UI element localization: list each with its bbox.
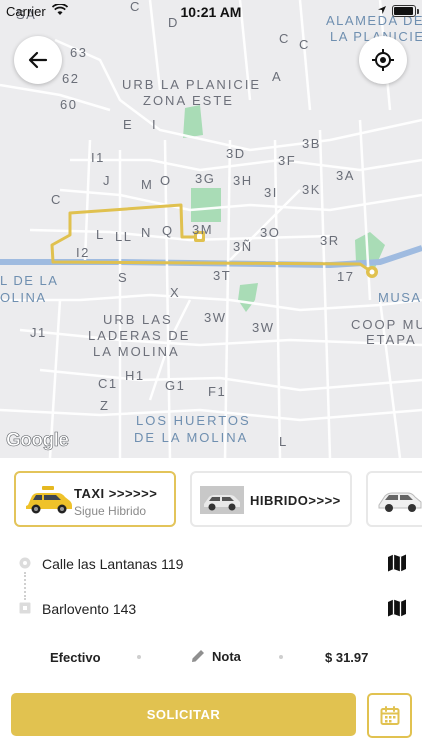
map-label: 3I	[264, 185, 278, 200]
map-label-area: URB LA PLANICIE	[122, 77, 262, 92]
map-label: S	[118, 270, 129, 285]
back-button[interactable]	[14, 36, 62, 84]
vehicle-options: TAXI >>>>>> Sigue Hibrido HIBRIDO>>>>	[0, 470, 422, 530]
map-label: 3B	[302, 136, 321, 151]
crosshair-icon	[372, 49, 394, 71]
map-label: 3A	[336, 168, 355, 183]
map-label: I1	[91, 150, 105, 165]
map-label: O	[160, 173, 172, 188]
request-button[interactable]: SOLICITAR	[11, 693, 356, 736]
map-label: 3H	[233, 173, 253, 188]
clock: 10:21 AM	[180, 4, 242, 20]
map-label: F1	[208, 384, 227, 399]
map-label: A	[272, 69, 283, 84]
map-label-area: ZONA ESTE	[143, 93, 234, 108]
map-label: 3R	[320, 233, 340, 248]
pencil-icon	[192, 650, 204, 662]
map-label: LL	[115, 229, 133, 244]
map-label-road: OLINA	[0, 290, 47, 305]
map-icon[interactable]	[386, 597, 408, 619]
map-label: I	[152, 117, 158, 132]
location-arrow-icon	[378, 6, 386, 14]
vehicle-option-third[interactable]	[366, 471, 422, 527]
vehicle-title: TAXI >>>>>>	[74, 486, 158, 501]
map-label-area: LADERAS DE	[88, 328, 191, 343]
map-label: 17	[337, 269, 355, 284]
map-label-area: MUSA	[378, 290, 422, 305]
map-label: L	[96, 227, 105, 242]
vehicle-option-taxi[interactable]: TAXI >>>>>> Sigue Hibrido	[14, 471, 176, 527]
map-label: C	[279, 31, 290, 46]
vehicle-option-hibrido[interactable]: HIBRIDO>>>>	[190, 471, 352, 527]
map-label: 3W	[204, 310, 227, 325]
map-label: 3K	[302, 182, 321, 197]
map-label: E	[123, 117, 134, 132]
destination-address: Barlovento 143	[42, 601, 137, 617]
destination-row[interactable]: Barlovento 143	[0, 591, 422, 627]
map-label: 62	[62, 71, 80, 86]
calendar-icon	[380, 705, 399, 725]
price-label: $ 31.97	[325, 650, 369, 665]
origin-dot-icon	[19, 557, 31, 569]
sedan-car-icon	[378, 492, 422, 512]
note-label: Nota	[212, 648, 241, 664]
map-label-road: L DE LA	[0, 273, 59, 288]
map-label: 63	[70, 45, 88, 60]
map-view[interactable]: SA D C ALAMEDA DE LA PLANICIE C C 63 62 …	[0, 0, 422, 458]
payment-row: Efectivo Nota $ 31.97	[0, 645, 422, 671]
map-label: Z	[100, 398, 110, 413]
separator-dot	[137, 655, 141, 659]
map-label: 3Ñ	[233, 239, 253, 254]
arrow-left-icon	[28, 51, 48, 69]
separator-dot	[279, 655, 283, 659]
map-label: M	[141, 177, 154, 192]
status-bar: Carrier 10:21 AM	[0, 0, 422, 22]
map-label: J1	[30, 325, 47, 340]
vehicle-subtitle: Sigue Hibrido	[74, 504, 147, 518]
map-icon[interactable]	[386, 552, 408, 574]
map-label-area: DE LA MOLINA	[134, 430, 249, 445]
map-label: L	[279, 434, 288, 449]
map-label-area: URB LAS	[103, 312, 173, 327]
map-label-area: LA MOLINA	[93, 344, 180, 359]
map-label: N	[141, 225, 152, 240]
note-button[interactable]: Nota	[190, 648, 241, 664]
map-label-area: COOP MU	[351, 317, 422, 332]
map-label: 3D	[226, 146, 246, 161]
map-label: 60	[60, 97, 78, 112]
map-label: G1	[165, 378, 186, 393]
origin-address: Calle las Lantanas 119	[42, 556, 184, 572]
my-location-button[interactable]	[359, 36, 407, 84]
hybrid-car-icon	[200, 486, 244, 514]
map-label: C1	[98, 376, 118, 391]
map-label: C	[51, 192, 62, 207]
map-label-area: LOS HUERTOS	[136, 413, 251, 428]
map-label: 3M	[192, 222, 214, 237]
map-label: H1	[125, 368, 145, 383]
taxi-car-icon	[26, 486, 72, 514]
map-label: C	[299, 37, 310, 52]
vehicle-title: HIBRIDO>>>>	[250, 493, 341, 508]
map-label: 3W	[252, 320, 275, 335]
battery-icon	[392, 5, 419, 17]
map-label: 3T	[213, 268, 232, 283]
origin-row[interactable]: Calle las Lantanas 119	[0, 546, 422, 582]
payment-method[interactable]: Efectivo	[50, 650, 101, 665]
map-label: 3G	[195, 171, 216, 186]
map-label: 3F	[278, 153, 297, 168]
map-label: J	[103, 173, 111, 188]
google-logo: Google	[6, 430, 70, 452]
map-label: X	[170, 285, 181, 300]
map-label: Q	[162, 223, 174, 238]
map-label: I2	[76, 245, 90, 260]
schedule-button[interactable]	[367, 693, 412, 738]
map-label: 3O	[260, 225, 281, 240]
destination-square-icon	[19, 602, 31, 614]
map-label-area: ETAPA 5	[366, 332, 422, 347]
